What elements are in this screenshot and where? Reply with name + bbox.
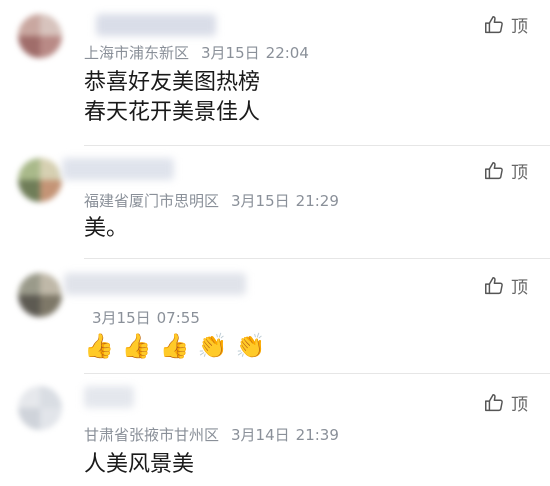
thumbs-up-icon bbox=[485, 161, 503, 179]
username-redacted[interactable] bbox=[62, 158, 174, 180]
like-label: 顶 bbox=[511, 395, 528, 415]
like-button[interactable]: 顶 bbox=[483, 12, 528, 37]
comment-item: 上海市浦东新区 3月15日 22:04 顶 恭喜好友美图热榜 春天花开美景佳人 bbox=[0, 0, 550, 145]
comment-meta: 甘肃省张掖市甘州区 3月14日 21:39 bbox=[84, 424, 339, 445]
comment-location: 福建省厦门市思明区 bbox=[84, 192, 220, 210]
like-label: 顶 bbox=[511, 163, 528, 183]
like-button[interactable]: 顶 bbox=[483, 158, 528, 183]
thumbs-up-emoji-icon: 👍 bbox=[121, 332, 152, 360]
comment-text: 美。 bbox=[84, 214, 128, 244]
username-redacted[interactable] bbox=[96, 14, 216, 36]
thumbs-up-icon bbox=[485, 276, 503, 294]
avatar[interactable] bbox=[18, 158, 62, 202]
comment-meta: 福建省厦门市思明区 3月15日 21:29 bbox=[84, 190, 339, 211]
username-redacted[interactable] bbox=[84, 386, 134, 408]
like-button[interactable]: 顶 bbox=[483, 273, 528, 298]
comment-location: 上海市浦东新区 bbox=[84, 44, 190, 62]
thumbs-up-emoji-icon: 👍 bbox=[84, 332, 114, 360]
comment-line: 恭喜好友美图热榜 bbox=[84, 70, 261, 95]
thumbs-up-emoji-icon: 👍 bbox=[159, 332, 190, 360]
comment-item: 福建省厦门市思明区 3月15日 21:29 顶 美。 bbox=[0, 146, 550, 258]
like-label: 顶 bbox=[511, 17, 528, 37]
comment-meta: 3月15日 07:55 bbox=[92, 307, 200, 328]
comment-text: 恭喜好友美图热榜 春天花开美景佳人 bbox=[84, 68, 260, 128]
comment-line: 人美风景美 bbox=[84, 452, 195, 477]
like-label: 顶 bbox=[511, 278, 528, 298]
comment-line: 春天花开美景佳人 bbox=[84, 100, 261, 125]
comment-item: 甘肃省张掖市甘州区 3月14日 21:39 顶 人美风景美 bbox=[0, 374, 550, 486]
comment-date: 3月15日 bbox=[201, 44, 260, 62]
thumbs-up-icon bbox=[485, 15, 503, 33]
like-button[interactable]: 顶 bbox=[483, 390, 528, 415]
comment-item: 3月15日 07:55 顶 👍 👍 👍 👏 👏 bbox=[0, 259, 550, 373]
comment-time: 21:39 bbox=[295, 426, 339, 444]
avatar[interactable] bbox=[18, 273, 62, 317]
avatar[interactable] bbox=[18, 14, 62, 58]
thumbs-up-icon bbox=[485, 393, 503, 411]
comment-text: 人美风景美 bbox=[84, 450, 194, 480]
clapping-hands-emoji-icon: 👏 bbox=[197, 332, 228, 360]
clapping-hands-emoji-icon: 👏 bbox=[235, 332, 266, 360]
comment-time: 21:29 bbox=[295, 192, 339, 210]
avatar[interactable] bbox=[18, 386, 62, 430]
comment-location: 甘肃省张掖市甘州区 bbox=[84, 426, 220, 444]
username-redacted[interactable] bbox=[64, 273, 246, 295]
comment-date: 3月14日 bbox=[231, 426, 290, 444]
comment-date: 3月15日 bbox=[231, 192, 290, 210]
comment-date: 3月15日 bbox=[92, 309, 151, 327]
emoji-row: 👍 👍 👍 👏 👏 bbox=[84, 331, 265, 361]
comment-time: 07:55 bbox=[156, 309, 200, 327]
comment-time: 22:04 bbox=[265, 44, 309, 62]
comment-meta: 上海市浦东新区 3月15日 22:04 bbox=[84, 42, 309, 63]
comment-line: 美。 bbox=[84, 216, 129, 241]
